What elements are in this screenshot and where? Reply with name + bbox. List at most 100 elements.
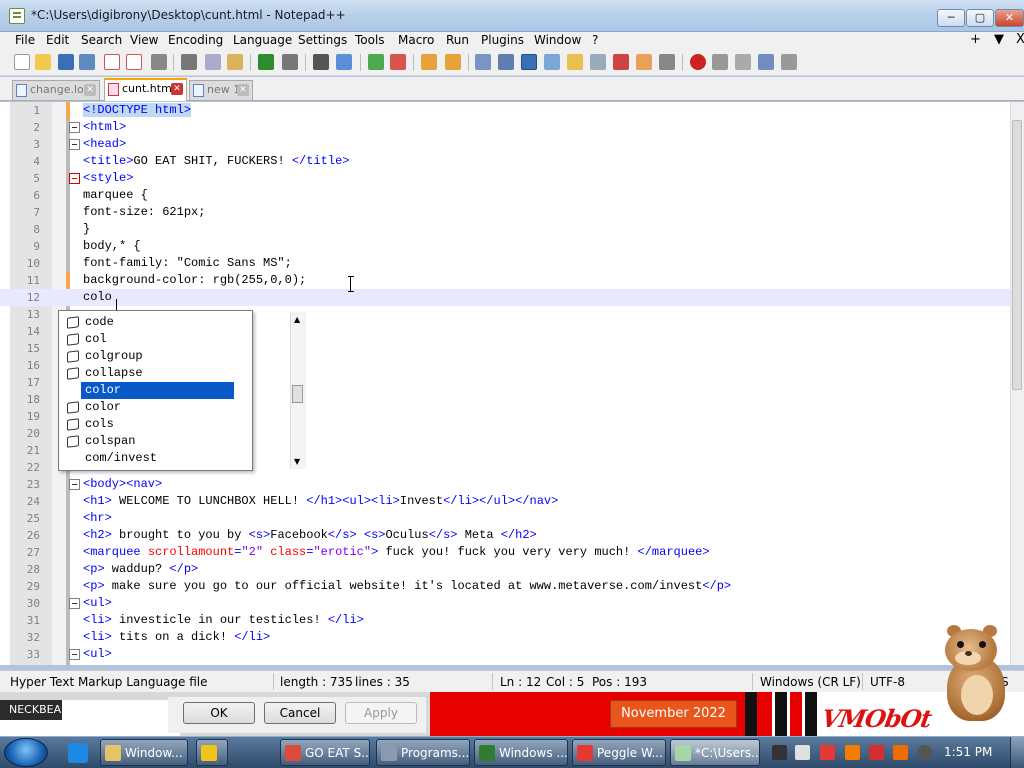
autocomplete-item[interactable]: color [81,382,234,399]
start-button[interactable] [4,738,48,767]
tray-app-icon[interactable] [772,745,787,760]
code-line[interactable]: 3 <head> [0,136,1010,153]
autocomplete-item[interactable]: com/invest [63,450,234,467]
menu-edit[interactable]: Edit [46,33,69,47]
tray-check-icon[interactable] [795,745,810,760]
tray-red-icon[interactable] [869,745,884,760]
code-line[interactable]: 2 <html> [0,119,1010,136]
menu-encoding[interactable]: Encoding [168,33,223,47]
autocomplete-scroll-thumb[interactable] [292,385,303,403]
code-line[interactable]: 5 <style> [0,170,1010,187]
code-line[interactable]: 27 <marquee scrollamount="2" class="eroti… [0,544,1010,561]
menu-plugins[interactable]: Plugins [481,33,524,47]
clock[interactable]: 1:51 PM [944,745,992,759]
code-line[interactable]: 23 <body><nav> [0,476,1010,493]
new-file-icon[interactable] [14,54,30,70]
taskbar-button[interactable]: Peggle W... [572,739,666,766]
tab-new-1[interactable]: new 1 ✕ [189,80,253,100]
play-multiple-icon[interactable] [758,54,774,70]
code-line[interactable]: 4 <title>GO EAT SHIT, FUCKERS! </title> [0,153,1010,170]
ie-icon[interactable] [68,743,88,763]
code-line[interactable]: 1 <!DOCTYPE html> [0,102,1010,119]
show-desktop-button[interactable] [1010,737,1024,768]
taskbar-button[interactable]: GO EAT S... [280,739,370,766]
new-tab-button[interactable]: + [970,32,981,47]
record-macro-icon[interactable] [690,54,706,70]
code-line[interactable]: 7 font-size: 621px; [0,204,1010,221]
menu-tools[interactable]: Tools [355,33,385,47]
code-line[interactable]: 29 <p> make sure you go to our official w… [0,578,1010,595]
menu-view[interactable]: View [130,33,158,47]
copy-icon[interactable] [205,54,221,70]
taskbar-button[interactable]: Window... [100,739,188,766]
code-line[interactable]: 31 <li> investicle in our testicles! </li… [0,612,1010,629]
tray-orange-icon[interactable] [893,745,908,760]
cancel-button[interactable]: Cancel [264,702,336,724]
eye-icon[interactable] [659,54,675,70]
fold-toggle-icon[interactable] [69,139,80,150]
cut-icon[interactable] [181,54,197,70]
close-button[interactable]: ✕ [995,9,1024,27]
find-icon[interactable] [313,54,329,70]
fold-toggle-icon[interactable] [69,122,80,133]
indent-guide-icon[interactable] [521,54,537,70]
scroll-up-icon[interactable]: ▲ [294,315,300,324]
fold-toggle-icon[interactable] [69,479,80,490]
autocomplete-item[interactable]: cols [63,416,234,433]
stop-macro-icon[interactable] [712,54,728,70]
code-line[interactable]: 26 <h2> brought to you by <s>Facebook</s>… [0,527,1010,544]
replace-icon[interactable] [336,54,352,70]
tray-speaker-icon[interactable] [917,745,932,760]
menu-run[interactable]: Run [446,33,469,47]
close-tab-icon[interactable]: ✕ [171,83,183,95]
open-folder-icon[interactable] [35,54,51,70]
menu-help[interactable]: ? [592,33,598,47]
redo-icon[interactable] [282,54,298,70]
save-all-icon[interactable] [79,54,95,70]
menu-macro[interactable]: Macro [398,33,434,47]
taskbar-button[interactable] [196,739,228,766]
monitoring-icon[interactable] [636,54,652,70]
user-language-icon[interactable] [544,54,560,70]
code-line[interactable]: 32 <li> tits on a dick! </li> [0,629,1010,646]
taskbar-button[interactable]: Windows ... [474,739,568,766]
code-line[interactable]: 33 <ul> [0,646,1010,663]
menu-window[interactable]: Window [534,33,581,47]
code-line[interactable]: 30 <ul> [0,595,1010,612]
code-line[interactable]: 9 body,* { [0,238,1010,255]
zoom-in-icon[interactable] [368,54,384,70]
apply-button[interactable]: Apply [345,702,417,724]
code-line[interactable]: 10 font-family: "Comic Sans MS"; [0,255,1010,272]
fold-toggle-icon[interactable] [69,598,80,609]
close-all-icon[interactable] [126,54,142,70]
autocomplete-item[interactable]: code [63,314,234,331]
play-macro-icon[interactable] [735,54,751,70]
autocomplete-item[interactable]: collapse [63,365,234,382]
close-tab-icon[interactable]: ✕ [84,84,96,96]
zoom-out-icon[interactable] [390,54,406,70]
function-list-icon[interactable] [590,54,606,70]
word-wrap-icon[interactable] [475,54,491,70]
tab-change-log[interactable]: change.log ✕ [12,80,100,100]
fold-toggle-icon[interactable] [69,649,80,660]
tray-flag-icon[interactable] [820,745,835,760]
autocomplete-item[interactable]: color [63,399,234,416]
code-line[interactable]: 8} [0,221,1010,238]
print-icon[interactable] [151,54,167,70]
autocomplete-item[interactable]: col [63,331,234,348]
autocomplete-list[interactable]: code col colgroup collapse color color cols col… [58,310,306,471]
folder-workspace-icon[interactable] [613,54,629,70]
save-macro-icon[interactable] [781,54,797,70]
menu-settings[interactable]: Settings [298,33,347,47]
save-icon[interactable] [58,54,74,70]
ok-button[interactable]: OK [183,702,255,724]
code-line[interactable]: 24 <h1> WELCOME TO LUNCHBOX HELL! </h1><u… [0,493,1010,510]
code-line[interactable]: 28 <p> waddup? </p> [0,561,1010,578]
taskbar-button[interactable]: *C:\Users... [670,739,760,766]
maximize-button[interactable]: ▢ [966,9,994,27]
tab-list-button[interactable]: ▼ [994,32,1004,47]
show-all-chars-icon[interactable] [498,54,514,70]
close-file-icon[interactable] [104,54,120,70]
menu-language[interactable]: Language [233,33,292,47]
autocomplete-item[interactable]: colgroup [63,348,234,365]
